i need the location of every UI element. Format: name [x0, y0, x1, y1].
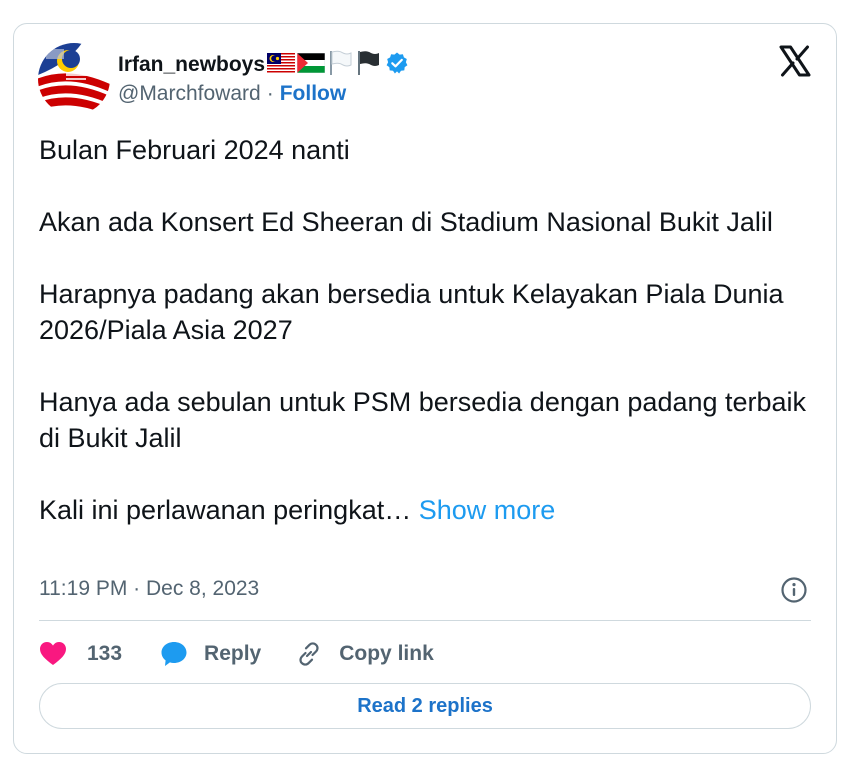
action-bar: 133 Reply Copy link	[39, 636, 434, 672]
like-count: 133	[87, 642, 123, 665]
avatar-image	[38, 43, 110, 115]
author-name[interactable]: Irfan_newboys	[118, 53, 265, 77]
tweet-paragraph-truncated: Kali ini perlawanan peringkat… Show more	[39, 492, 809, 528]
author-name-row: Irfan_newboys	[118, 50, 409, 80]
info-icon[interactable]	[780, 576, 808, 604]
tweet-paragraph: Hanya ada sebulan untuk PSM bersedia den…	[39, 387, 807, 453]
author-handle[interactable]: @Marchfoward	[118, 82, 261, 106]
tweet-timestamp[interactable]: 11:19 PM · Dec 8, 2023	[39, 577, 259, 601]
read-replies-button[interactable]: Read 2 replies	[39, 683, 811, 729]
tweet-paragraph: Akan ada Konsert Ed Sheeran di Stadium N…	[39, 207, 773, 237]
copy-link-label: Copy link	[339, 642, 434, 665]
black-flag-icon	[355, 50, 381, 81]
tweet-text: Bulan Februari 2024 nanti Akan ada Konse…	[39, 132, 809, 528]
reply-bubble-icon	[160, 640, 188, 668]
link-icon	[295, 640, 323, 668]
tweet-paragraph: Bulan Februari 2024 nanti	[39, 135, 350, 165]
white-flag-icon	[327, 50, 353, 81]
heart-icon	[39, 641, 67, 667]
handle-row: @Marchfoward · Follow	[118, 82, 346, 106]
x-logo-icon[interactable]	[778, 44, 812, 78]
reply-button[interactable]: Reply	[160, 640, 261, 668]
divider	[39, 620, 811, 621]
tweet-card: Irfan_newboys @Marchfoward · Follow Bula…	[13, 23, 837, 754]
copy-link-button[interactable]: Copy link	[295, 640, 434, 668]
reply-label: Reply	[204, 642, 262, 665]
read-replies-label: Read 2 replies	[357, 694, 493, 717]
malaysia-flag-icon	[267, 52, 296, 78]
separator-dot: ·	[266, 82, 274, 105]
follow-button[interactable]: Follow	[280, 82, 347, 106]
like-button[interactable]: 133	[39, 641, 122, 667]
show-more-link[interactable]: Show more	[419, 495, 556, 525]
truncated-text: Kali ini perlawanan peringkat…	[39, 495, 412, 525]
tweet-paragraph: Harapnya padang akan bersedia untuk Kela…	[39, 279, 784, 345]
palestine-flag-icon	[296, 52, 326, 78]
avatar[interactable]	[38, 43, 110, 115]
verified-badge-icon	[385, 51, 409, 80]
